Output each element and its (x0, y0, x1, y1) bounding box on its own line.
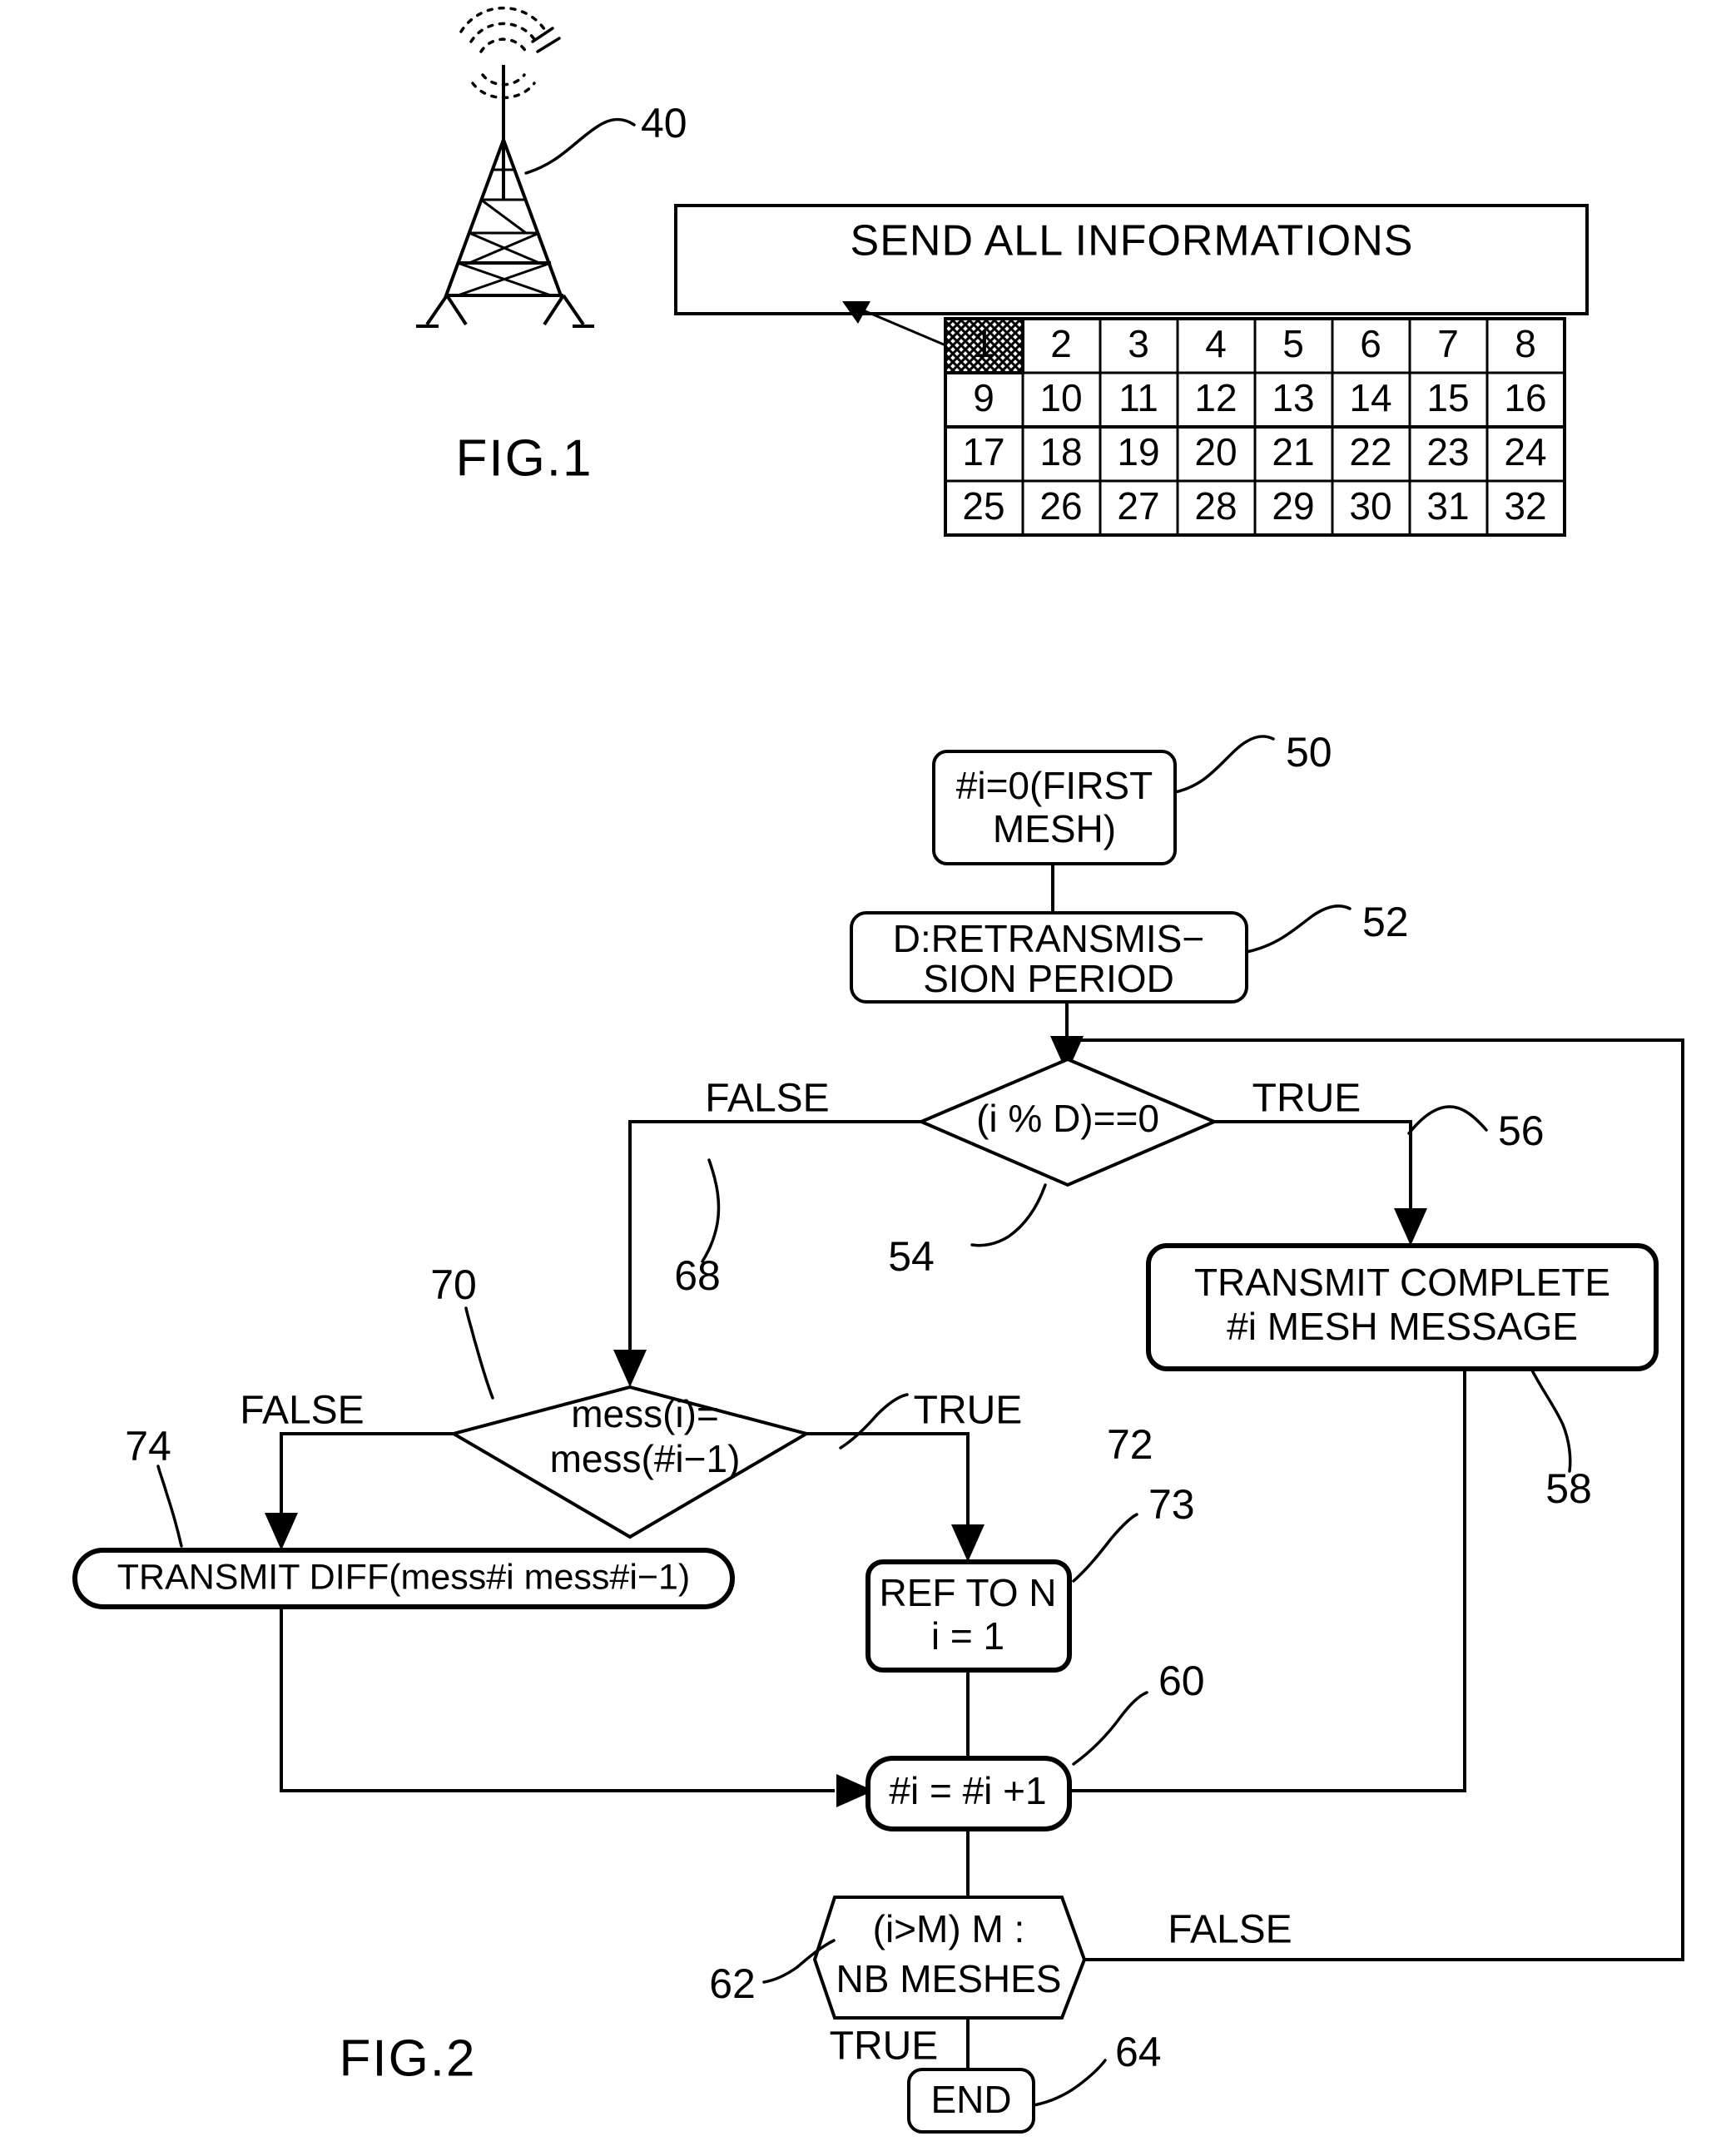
start-label-line2: MESH) (993, 807, 1116, 850)
ref-number-50: 50 (1286, 729, 1332, 776)
start-label-line1: #i=0(FIRST (956, 764, 1153, 807)
ref-number-52: 52 (1362, 899, 1409, 945)
ref-number-68: 68 (674, 1252, 721, 1299)
ref-number-62: 62 (709, 1960, 756, 2007)
figure-2-caption: FIG.2 (339, 2030, 476, 2087)
transmit-complete-line1: TRANSMIT COMPLETE (1194, 1261, 1610, 1304)
end-label: END (930, 2078, 1011, 2121)
limit-decision-line2: NB MESHES (836, 1957, 1062, 2000)
ref-number-64: 64 (1115, 2029, 1162, 2075)
ref-number-60: 60 (1158, 1658, 1205, 1704)
ref-number-74: 74 (125, 1423, 171, 1470)
branch-label-true-mod: TRUE (1252, 1077, 1361, 1121)
ref-to-n-line2: i = 1 (931, 1614, 1004, 1658)
mess-decision-line1: mess(i)= (571, 1392, 719, 1435)
branch-label-false-mess: FALSE (240, 1389, 364, 1433)
ref-number-72: 72 (1107, 1421, 1153, 1468)
branch-label-true-mess: TRUE (914, 1389, 1023, 1433)
branch-label-false-limit: FALSE (1168, 1908, 1292, 1952)
mess-decision-line2: mess(#i−1) (550, 1437, 741, 1480)
branch-label-true-limit: TRUE (830, 2025, 939, 2069)
branch-label-false-mod: FALSE (705, 1077, 829, 1121)
ref-number-58: 58 (1545, 1465, 1592, 1512)
period-label-line2: SION PERIOD (923, 957, 1174, 1000)
ref-number-73: 73 (1148, 1481, 1195, 1528)
limit-decision-line1: (i>M) M : (873, 1907, 1025, 1950)
ref-number-54: 54 (888, 1233, 935, 1280)
increment-label: #i = #i +1 (889, 1769, 1046, 1812)
ref-number-56: 56 (1498, 1108, 1545, 1154)
transmit-complete-line2: #i MESH MESSAGE (1227, 1305, 1578, 1348)
figure-2-text: #i=0(FIRST MESH) 50 D:RETRANSMIS− SION P… (117, 729, 1610, 2121)
ref-number-70: 70 (430, 1261, 477, 1308)
transmit-diff-label: TRANSMIT DIFF(mess#i mess#i−1) (117, 1557, 690, 1597)
patent-figure-page: 40 SEND ALL INFORMATIONS FIG.1 1 2 3 4 5… (0, 0, 1731, 2156)
period-label-line1: D:RETRANSMIS− (893, 917, 1204, 960)
ref-to-n-line1: REF TO N (880, 1571, 1057, 1614)
mod-decision-label: (i % D)==0 (976, 1097, 1159, 1140)
